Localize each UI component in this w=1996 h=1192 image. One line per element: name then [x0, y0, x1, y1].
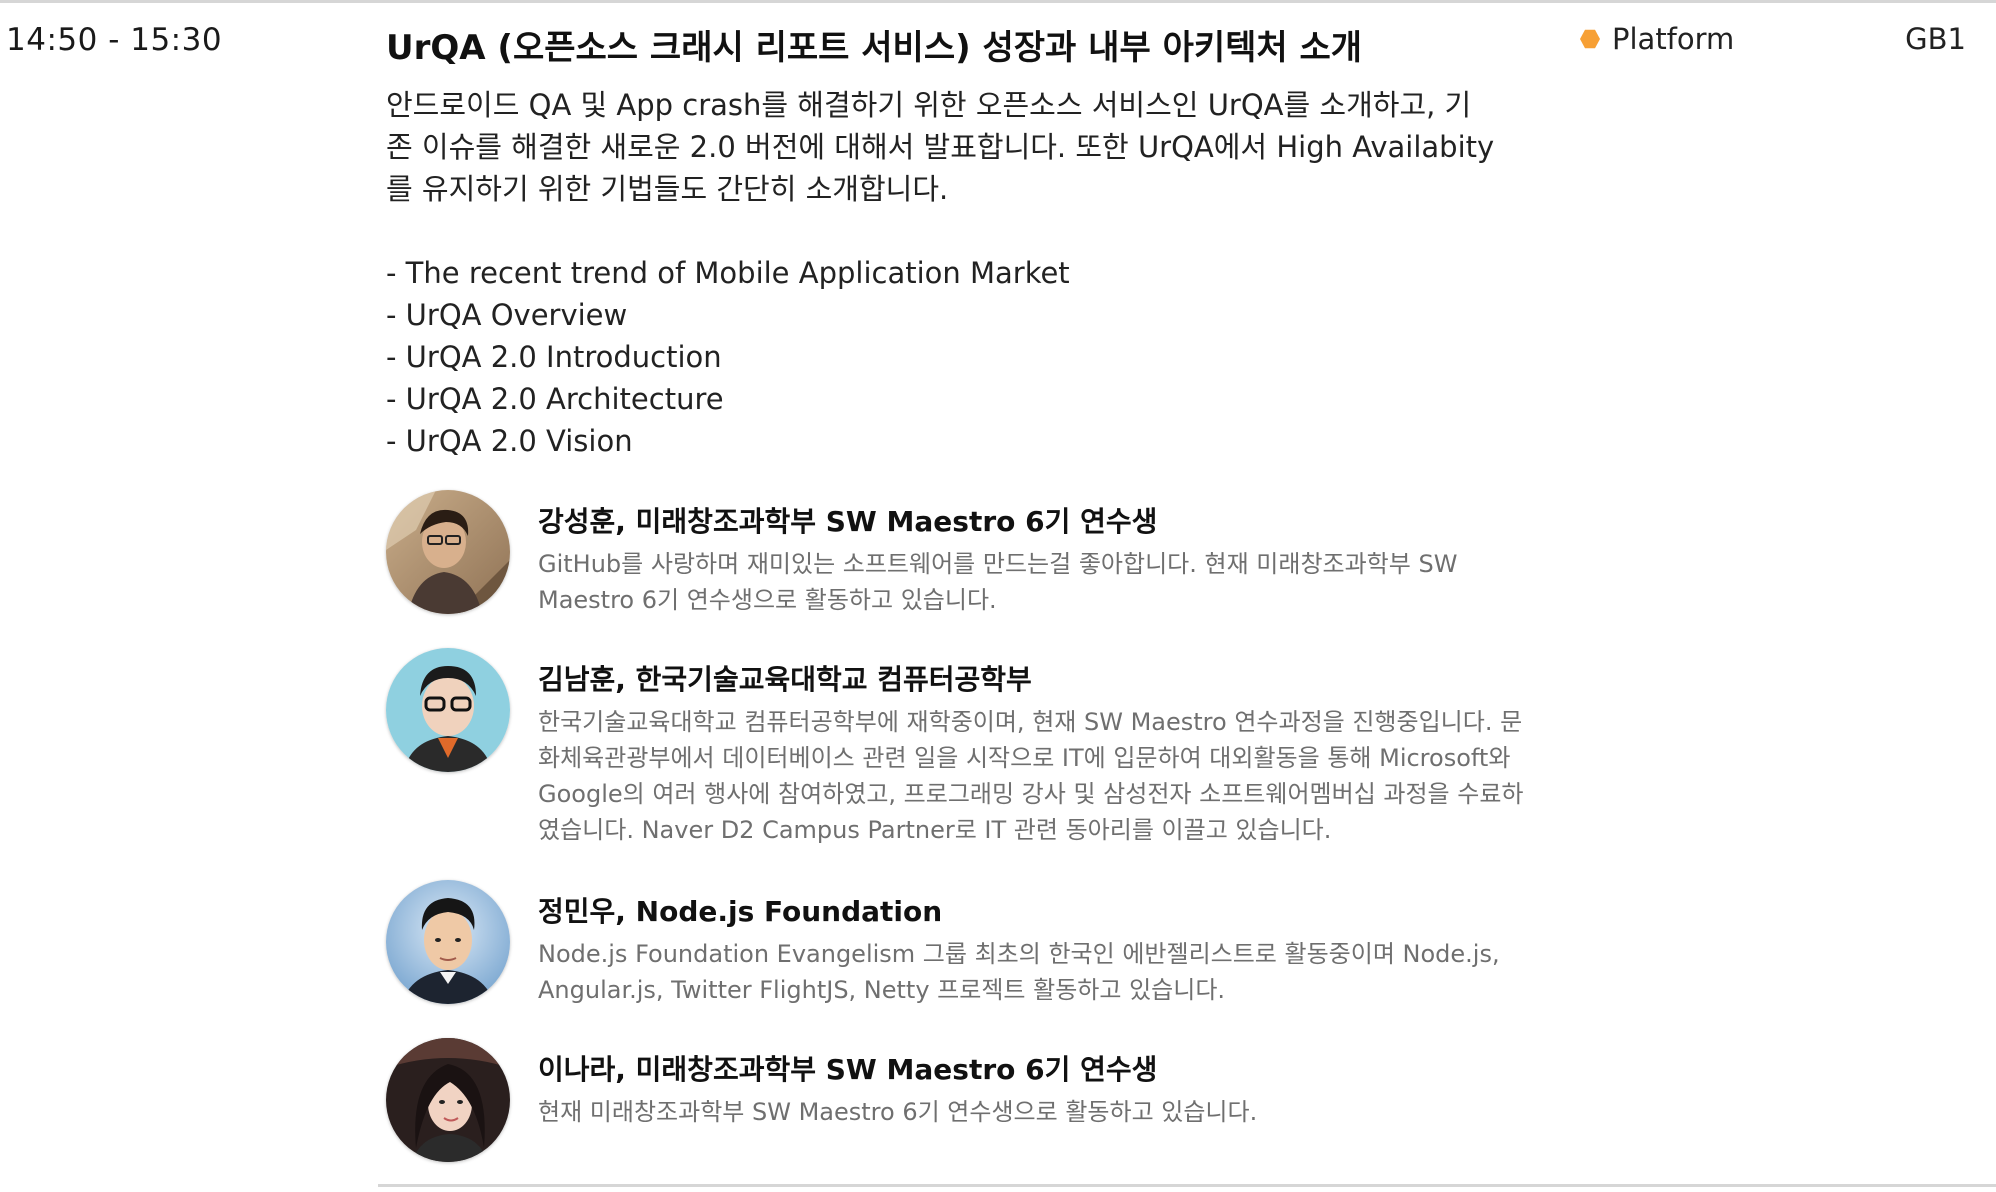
speaker-name: 강성훈, 미래창조과학부 SW Maestro 6기 연수생 — [538, 505, 1158, 538]
speaker-avatar[interactable] — [386, 880, 510, 1004]
track-badge[interactable]: Platform — [1580, 22, 1734, 56]
person-photo-icon — [386, 1038, 510, 1162]
session-title[interactable]: UrQA (오픈소스 크래시 리포트 서비스) 성장과 내부 아키텍처 소개 — [386, 20, 1546, 69]
session-description: 안드로이드 QA 및 App crash를 해결하기 위한 오픈소스 서비스인 … — [386, 84, 1546, 462]
top-divider — [0, 0, 1996, 3]
session-detail: 14:50 - 15:30 UrQA (오픈소스 크래시 리포트 서비스) 성장… — [0, 0, 1996, 1192]
session-time: 14:50 - 15:30 — [6, 22, 223, 58]
description-line: 존 이슈를 해결한 새로운 2.0 버전에 대해서 발표합니다. 또한 UrQA… — [386, 130, 1495, 164]
bio-line: 현재 미래창조과학부 SW Maestro 6기 연수생으로 활동하고 있습니다… — [538, 1098, 1258, 1126]
speaker-name: 이나라, 미래창조과학부 SW Maestro 6기 연수생 — [538, 1053, 1158, 1086]
person-photo-icon — [386, 490, 510, 614]
agenda-item: - The recent trend of Mobile Application… — [386, 256, 1070, 290]
speaker-bio: 한국기술교육대학교 컴퓨터공학부에 재학중이며, 현재 SW Maestro 연… — [538, 704, 1538, 848]
agenda-item: - UrQA Overview — [386, 298, 628, 332]
speaker-avatar[interactable] — [386, 1038, 510, 1162]
bio-line: 화체육관광부에서 데이터베이스 관련 일을 시작으로 IT에 입문하여 대외활동… — [538, 744, 1511, 772]
bio-line: Angular.js, Twitter FlightJS, Netty 프로젝트… — [538, 976, 1226, 1004]
bio-line: 한국기술교육대학교 컴퓨터공학부에 재학중이며, 현재 SW Maestro 연… — [538, 708, 1523, 736]
agenda-item: - UrQA 2.0 Introduction — [386, 340, 722, 374]
person-photo-icon — [386, 648, 510, 772]
track-hexagon-icon — [1580, 29, 1600, 49]
track-label: Platform — [1612, 22, 1735, 56]
bio-line: Node.js Foundation Evangelism 그룹 최초의 한국인… — [538, 940, 1500, 968]
bio-line: GitHub를 사랑하며 재미있는 소프트웨어를 만드는걸 좋아합니다. 현재 … — [538, 550, 1458, 578]
agenda-item: - UrQA 2.0 Architecture — [386, 382, 724, 416]
speaker-name: 김남훈, 한국기술교육대학교 컴퓨터공학부 — [538, 663, 1032, 696]
bio-line: Google의 여러 행사에 참여하였고, 프로그래밍 강사 및 삼성전자 소프… — [538, 780, 1524, 808]
speaker-avatar[interactable] — [386, 648, 510, 772]
person-photo-icon — [386, 880, 510, 1004]
speaker-bio: 현재 미래창조과학부 SW Maestro 6기 연수생으로 활동하고 있습니다… — [538, 1094, 1538, 1130]
bio-line: 였습니다. Naver D2 Campus Partner로 IT 관련 동아리… — [538, 816, 1332, 844]
bottom-divider — [378, 1184, 1996, 1187]
speaker-bio: Node.js Foundation Evangelism 그룹 최초의 한국인… — [538, 936, 1538, 1008]
speaker-name: 정민우, Node.js Foundation — [538, 895, 943, 928]
speaker-avatar[interactable] — [386, 490, 510, 614]
agenda-item: - UrQA 2.0 Vision — [386, 424, 633, 458]
description-line: 안드로이드 QA 및 App crash를 해결하기 위한 오픈소스 서비스인 … — [386, 88, 1472, 122]
speaker-bio: GitHub를 사랑하며 재미있는 소프트웨어를 만드는걸 좋아합니다. 현재 … — [538, 546, 1538, 618]
description-line: 를 유지하기 위한 기법들도 간단히 소개합니다. — [386, 172, 949, 206]
bio-line: Maestro 6기 연수생으로 활동하고 있습니다. — [538, 586, 997, 614]
room-label: GB1 — [1905, 22, 1966, 56]
